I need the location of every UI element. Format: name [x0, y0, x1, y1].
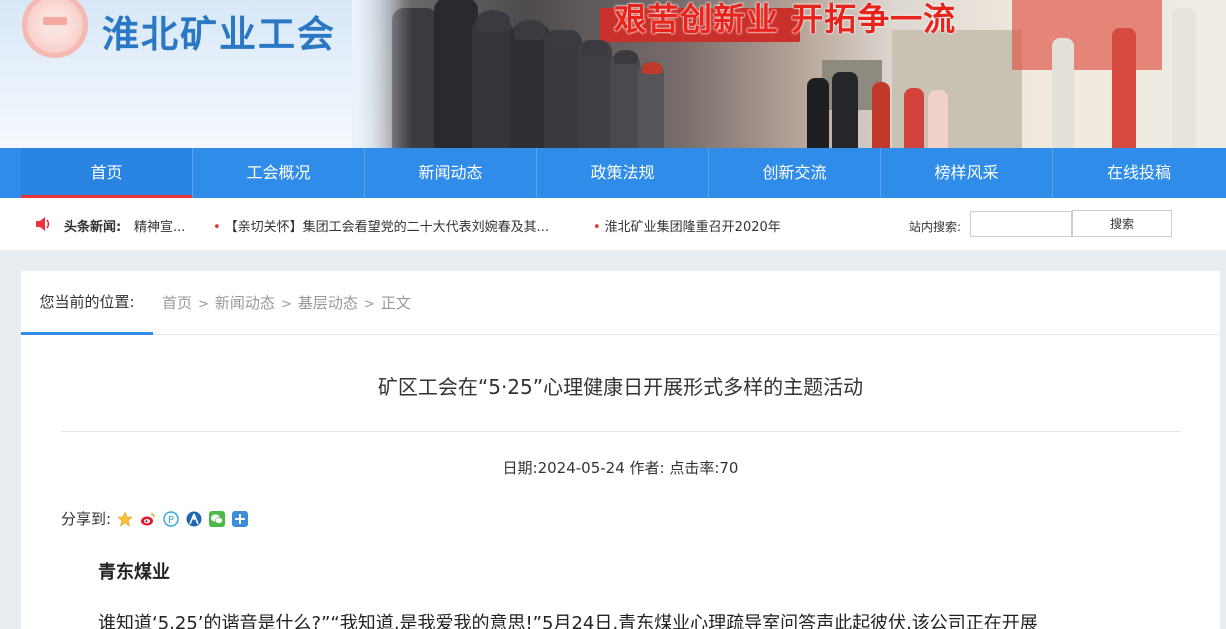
breadcrumb-current: 正文 — [380, 294, 411, 312]
article-title: 矿区工会在“5·25”心理健康日开展形式多样的主题活动 — [377, 375, 864, 399]
breadcrumb-grassroots[interactable]: 基层动态 — [298, 294, 358, 312]
breadcrumb-home[interactable]: 首页 — [162, 294, 192, 312]
ticker-list: 精神宣... • 【亲切关怀】集团工会看望党的二十大代表刘婉春及其... • 淮北矿… — [132, 216, 792, 234]
article-panel: 您当前的位置: 首页 > 新闻动态 > 基层动态 > 正文 矿区工会在“5·25”心理健康日… — [21, 271, 1220, 629]
share-label: 分享到: — [61, 510, 112, 528]
ticker-label: 头条新闻: — [64, 220, 122, 235]
article-meta: 日期:2024-05-24 作者: 点击率:70 — [502, 459, 739, 477]
nav-item-role-models[interactable]: 榜样风采 — [881, 148, 1053, 198]
svg-text:P: P — [168, 515, 174, 526]
ticker-item[interactable]: • 淮北矿业集团隆重召开2020年 — [593, 216, 781, 234]
more-icon[interactable] — [232, 510, 249, 527]
nav-item-submit[interactable]: 在线投稿 — [1053, 148, 1225, 198]
nav-item-home[interactable]: 首页 — [21, 148, 193, 198]
ticker-item[interactable]: • 【亲切关怀】集团工会看望党的二十大代表刘婉春及其... — [213, 216, 549, 234]
renren-icon[interactable] — [186, 511, 202, 527]
nav-item-policy[interactable]: 政策法规 — [537, 148, 709, 198]
nav-item-news[interactable]: 新闻动态 — [365, 148, 537, 198]
banner-photo: 艰苦创新业 开拓争一流 — [352, 0, 1226, 148]
speaker-icon — [36, 217, 50, 231]
search-label: 站内搜索: — [909, 220, 962, 234]
ticker-item[interactable]: 精神宣... — [134, 216, 185, 234]
breadcrumb: 您当前的位置: 首页 > 新闻动态 > 基层动态 > 正文 — [21, 271, 1220, 335]
main-nav: 首页 工会概况 新闻动态 政策法规 创新交流 榜样风采 在线投稿 — [0, 148, 1226, 198]
search-button[interactable]: 搜索 — [1072, 210, 1172, 237]
share-bar: 分享到: P — [61, 508, 249, 529]
site-title: 淮北矿业工会 — [102, 13, 336, 56]
qzone-icon[interactable] — [117, 510, 133, 527]
article-paragraph: 谁知道‘5.25’的谐音是什么?”“我知道,是我爱我的意思!”5月24日,青东煤… — [98, 613, 1038, 629]
article-subheading: 青东煤业 — [98, 562, 170, 583]
banner-slogan: 艰苦创新业 开拓争一流 — [614, 0, 957, 38]
nav-item-innovation[interactable]: 创新交流 — [709, 148, 881, 198]
header-banner: 淮北矿业工会 艰苦创新业 开拓争一流 — [0, 0, 1226, 148]
wechat-icon[interactable] — [209, 510, 226, 527]
breadcrumb-label: 您当前的位置: — [21, 271, 153, 335]
nav-item-union-overview[interactable]: 工会概况 — [193, 148, 365, 198]
union-logo-icon — [22, 0, 88, 58]
pengyou-icon[interactable]: P — [163, 510, 179, 527]
search-input[interactable] — [970, 211, 1072, 237]
weibo-icon[interactable] — [140, 511, 156, 527]
breadcrumb-news[interactable]: 新闻动态 — [215, 294, 275, 312]
title-divider — [61, 431, 1180, 432]
